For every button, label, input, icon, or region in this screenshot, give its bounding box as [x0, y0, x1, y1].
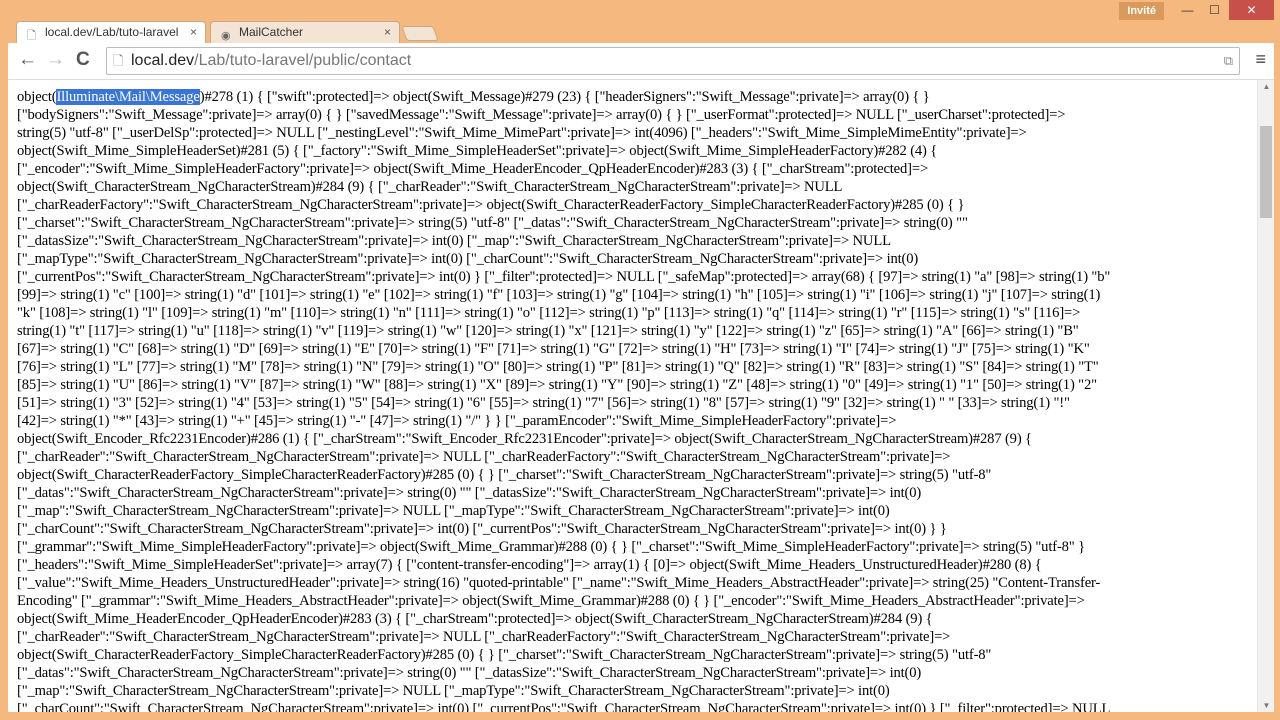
- dump-line: [42]=> string(1) "*" [43]=> string(1) "+…: [17, 413, 897, 429]
- dump-line: ["_map":"Swift_CharacterStream_NgCharact…: [17, 683, 890, 699]
- selected-text[interactable]: Illuminate\Mail\Message: [56, 89, 200, 105]
- dump-line: [76]=> string(1) "L" [77]=> string(1) "M…: [17, 359, 1099, 375]
- url-path: /Lab/tuto-laravel/public/contact: [194, 52, 412, 69]
- page-content: object(Illuminate\Mail\Message)#278 (1) …: [8, 80, 1274, 712]
- dump-text: object(: [17, 89, 57, 105]
- dump-line: ["_charReader":"Swift_CharacterStream_Ng…: [17, 449, 951, 465]
- dump-line: [85]=> string(1) "U" [86]=> string(1) "V…: [17, 377, 1097, 393]
- dump-line: ["_mapType":"Swift_CharacterStream_NgCha…: [17, 251, 919, 267]
- dump-line: object(Swift_CharacterReaderFactory_Simp…: [17, 647, 992, 663]
- dump-line: ["_charCount":"Swift_CharacterStream_NgC…: [17, 521, 947, 537]
- browser-toolbar: ← → C 🗋 local.dev/Lab/tuto-laravel/publi…: [8, 43, 1274, 80]
- var-dump-output: object(Illuminate\Mail\Message)#278 (1) …: [17, 88, 1253, 712]
- tab-local-dev[interactable]: 🗋 local.dev/Lab/tuto-laravel ×: [16, 21, 206, 43]
- close-window-button[interactable]: ✕: [1229, 0, 1274, 20]
- dump-text: )#278 (1) { ["swift":protected]=> object…: [199, 89, 930, 105]
- reload-button[interactable]: C: [76, 49, 90, 71]
- tab-title: local.dev/Lab/tuto-laravel: [45, 25, 179, 39]
- address-bar[interactable]: 🗋 local.dev/Lab/tuto-laravel/public/cont…: [106, 47, 1240, 75]
- dump-line: ["_charset":"Swift_CharacterStream_NgCha…: [17, 215, 968, 231]
- vertical-scrollbar[interactable]: ▲ ▼: [1257, 80, 1274, 712]
- dump-line: string(1) "t" [117]=> string(1) "u" [118…: [17, 323, 1079, 339]
- dump-line: object(Swift_Mime_HeaderEncoder_QpHeader…: [17, 611, 933, 627]
- url-host: local.dev: [131, 52, 195, 69]
- scroll-down-icon[interactable]: ▼: [1258, 701, 1274, 710]
- dump-line: object(Illuminate\Mail\Message)#278 (1) …: [17, 88, 1253, 106]
- tab-mailcatcher[interactable]: ◉ MailCatcher ×: [210, 21, 400, 43]
- dump-line: object(Swift_CharacterReaderFactory_Simp…: [17, 467, 992, 483]
- dump-line: ["_datas":"Swift_CharacterStream_NgChara…: [17, 665, 922, 681]
- dump-line: object(Swift_Mime_SimpleHeaderSet)#281 (…: [17, 143, 938, 159]
- dump-line: [51]=> string(1) "3" [52]=> string(1) "4…: [17, 395, 1070, 411]
- dump-line: Encoding" ["_grammar":"Swift_Mime_Header…: [17, 593, 1085, 609]
- dump-line: object(Swift_CharacterStream_NgCharacter…: [17, 179, 843, 195]
- dump-line: ["bodySigners":"Swift_Message":private]=…: [17, 107, 1066, 123]
- dump-line: ["_grammar":"Swift_Mime_SimpleHeaderFact…: [17, 539, 1085, 555]
- menu-button[interactable]: ≡: [1255, 49, 1266, 70]
- dump-line: ["_datas":"Swift_CharacterStream_NgChara…: [17, 485, 922, 501]
- dump-line: [99]=> string(1) "c" [100]=> string(1) "…: [17, 287, 1101, 303]
- dump-line: ["_charReaderFactory":"Swift_CharacterSt…: [17, 197, 965, 213]
- dump-line: ["_value":"Swift_Mime_Headers_Unstructur…: [17, 575, 1101, 591]
- minimize-button[interactable]: —: [1174, 0, 1201, 20]
- dump-line: ["_charReader":"Swift_CharacterStream_Ng…: [17, 629, 951, 645]
- dump-line: object(Swift_Encoder_Rfc2231Encoder)#286…: [17, 431, 1032, 447]
- dump-line: ["_currentPos":"Swift_CharacterStream_Ng…: [17, 269, 1111, 285]
- close-tab-icon[interactable]: ×: [384, 22, 391, 43]
- new-tab-button[interactable]: [401, 26, 439, 41]
- dump-line: ["_headers":"Swift_Mime_SimpleHeaderSet"…: [17, 557, 1042, 573]
- scrollbar-thumb[interactable]: [1260, 126, 1272, 218]
- close-tab-icon[interactable]: ×: [190, 22, 197, 43]
- forward-button[interactable]: →: [46, 49, 65, 71]
- page-icon: 🗋: [113, 53, 124, 68]
- dump-line: string(5) "utf-8" ["_userDelSp":protecte…: [17, 125, 1027, 141]
- dump-line: ["_map":"Swift_CharacterStream_NgCharact…: [17, 503, 890, 519]
- dump-line: ["_charCount":"Swift_CharacterStream_NgC…: [17, 701, 1111, 712]
- tab-title: MailCatcher: [239, 25, 304, 39]
- dump-line: ["_datasSize":"Swift_CharacterStream_NgC…: [17, 233, 891, 249]
- title-bar: Invité — ☐ ✕: [0, 0, 1280, 22]
- maximize-button[interactable]: ☐: [1201, 0, 1228, 20]
- back-button[interactable]: ←: [18, 49, 37, 71]
- guest-profile-badge[interactable]: Invité: [1119, 2, 1164, 20]
- scroll-up-icon[interactable]: ▲: [1258, 82, 1274, 91]
- translate-icon[interactable]: ⧉: [1224, 48, 1233, 74]
- dump-line: "k" [108]=> string(1) "l" [109]=> string…: [17, 305, 1081, 321]
- dump-line: [67]=> string(1) "C" [68]=> string(1) "D…: [17, 341, 1090, 357]
- dump-line: ["_encoder":"Swift_Mime_SimpleHeaderFact…: [17, 161, 929, 177]
